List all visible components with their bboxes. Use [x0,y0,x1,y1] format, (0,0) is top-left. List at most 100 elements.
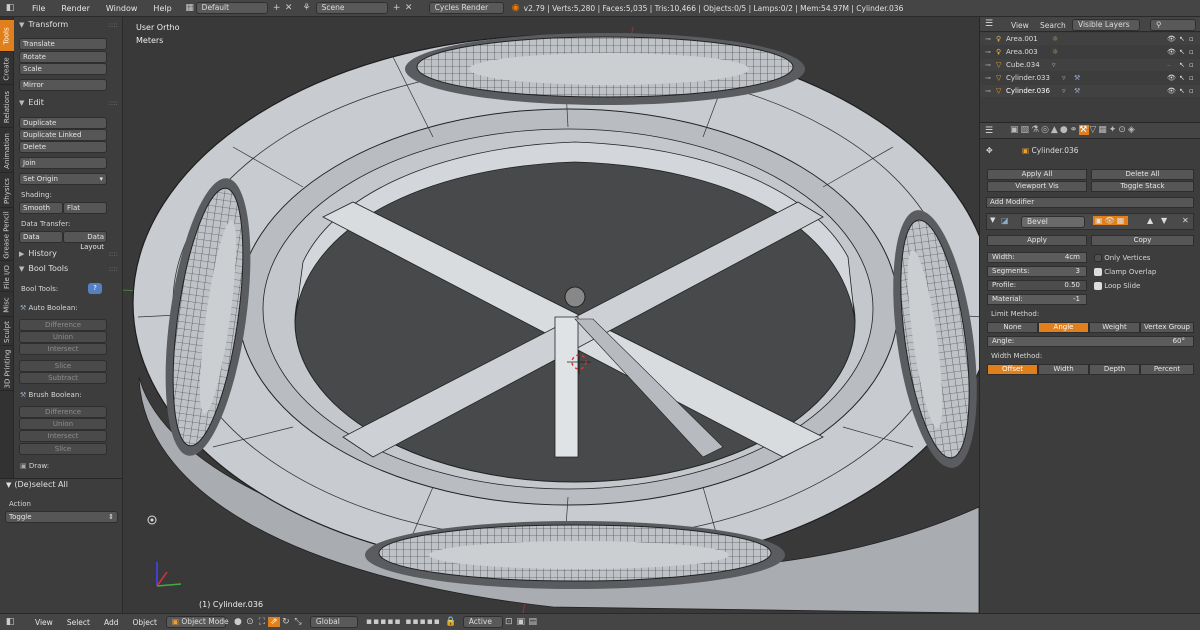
shade-smooth-button[interactable]: Smooth [19,202,63,214]
menu-help[interactable]: Help [145,4,179,13]
menu-add[interactable]: Add [97,618,126,627]
mode-select[interactable]: ▣ Object Mode [165,616,229,628]
brush-difference-button[interactable]: Difference [19,406,107,418]
cursor-icon[interactable]: ↖ [1179,59,1185,71]
tab-3d-printing[interactable]: 3D Printing [0,347,14,391]
outliner-search-menu[interactable]: Search [1040,21,1066,30]
limit-angle-button[interactable]: Angle [1038,322,1089,333]
translate-button[interactable]: Translate [19,38,107,50]
add-scene-icon[interactable]: + [391,3,403,13]
width-method-offset-button[interactable]: Offset [987,364,1038,375]
only-vertices-checkbox[interactable]: Only Vertices [1094,254,1150,262]
mirror-button[interactable]: Mirror [19,79,107,91]
eye-icon[interactable]: 👁 [1167,85,1176,97]
toggle-stack-button[interactable]: Toggle Stack [1091,181,1194,192]
modifier-name-field[interactable]: Bevel [1021,216,1085,228]
set-origin-select[interactable]: Set Origin ▾ [19,173,107,185]
material-field[interactable]: Material: -1 [987,294,1087,305]
limit-vertex-group-button[interactable]: Vertex Group [1140,322,1194,333]
help-icon[interactable]: ? [88,283,102,294]
menu-render[interactable]: Render [53,4,97,13]
shading-icon[interactable]: ● [232,617,244,627]
outliner-editor-icon[interactable]: ☰ [985,19,993,29]
width-field[interactable]: Width: 4cm [987,252,1087,263]
add-layout-icon[interactable]: + [271,3,283,13]
brush-intersect-button[interactable]: Intersect [19,430,107,442]
outliner-filter-select[interactable]: Visible Layers [1072,19,1140,31]
close-layout-icon[interactable]: ✕ [283,3,295,13]
camera-icon[interactable]: ▫ [1189,46,1194,58]
loop-slide-checkbox[interactable]: Loop Slide [1094,282,1140,290]
scale-button[interactable]: Scale [19,63,107,75]
tab-misc[interactable]: Misc [0,293,14,317]
width-method-percent-button[interactable]: Percent [1140,364,1194,375]
navigation-icon[interactable] [147,515,157,525]
auto-slice-button[interactable]: Slice [19,360,107,372]
viewport-canvas[interactable] [123,17,979,613]
duplicate-button[interactable]: Duplicate [19,117,107,129]
scene-field[interactable]: Scene [315,2,388,14]
editor-type-icon[interactable]: ◧ [4,617,16,627]
clamp-overlap-checkbox[interactable]: Clamp Overlap [1094,268,1156,276]
brush-union-button[interactable]: Union [19,418,107,430]
pin-icon[interactable]: ✥ [986,146,993,155]
render-engine-select[interactable]: Cycles Render [428,2,504,14]
tab-relations[interactable]: Relations [0,86,14,128]
outliner-search-input[interactable]: ⚲ [1150,19,1196,31]
auto-difference-button[interactable]: Difference [19,319,107,331]
outliner-row[interactable]: ⊸ ▽ Cube.034 ▿ – ↖ ▫ [980,59,1200,71]
tab-animation[interactable]: Animation [0,129,14,173]
cursor-icon[interactable]: ↖ [1179,46,1185,58]
manipulator-icon[interactable]: ⛶ [256,617,268,627]
action-select[interactable]: Toggle ⇕ [5,511,118,523]
render-preview-icon[interactable]: ▣ [515,617,527,627]
collapse-icon[interactable]: ▼ [990,216,995,224]
transform-panel-header[interactable]: ▼ Transform:::: [15,18,122,32]
viewport-vis-button[interactable]: Viewport Vis [987,181,1087,192]
modifier-display-toggles[interactable]: ▣👁▦ [1093,216,1129,225]
cursor-icon[interactable]: ↖ [1179,72,1185,84]
eye-icon[interactable]: – [1167,59,1171,71]
tab-tools[interactable]: Tools [0,20,14,52]
tab-file-io[interactable]: File I/O [0,262,14,292]
tab-grease-pencil[interactable]: Grease Pencil [0,209,14,261]
layer-buttons-icon[interactable]: ▪▪▪▪▪ ▪▪▪▪▪ [366,617,441,627]
angle-field[interactable]: Angle: 60° [987,336,1194,347]
auto-subtract-button[interactable]: Subtract [19,372,107,384]
outliner-view-menu[interactable]: View [1011,21,1029,30]
profile-field[interactable]: Profile: 0.50 [987,280,1087,291]
camera-icon[interactable]: ▤ [527,617,539,627]
add-modifier-select[interactable]: Add Modifier [986,197,1194,208]
width-method-width-button[interactable]: Width [1038,364,1089,375]
camera-icon[interactable]: ▫ [1189,72,1194,84]
menu-file[interactable]: File [24,4,53,13]
camera-icon[interactable]: ▫ [1189,59,1194,71]
eye-icon[interactable]: 👁 [1167,46,1176,58]
tab-physics[interactable]: Physics [0,174,14,208]
join-button[interactable]: Join [19,157,107,169]
outliner-row-selected[interactable]: ⊸ ▽ Cylinder.036 ▿ ⚒ 👁 ↖ ▫ [980,85,1200,97]
history-panel-header[interactable]: ▶ History:::: [15,247,122,261]
tab-create[interactable]: Create [0,53,14,85]
close-icon[interactable]: ✕ [1182,216,1189,225]
pivot-icon[interactable]: ⊙ [244,617,256,627]
segments-field[interactable]: Segments: 3 [987,266,1087,277]
snap-icon[interactable]: ⊡ [503,617,515,627]
limit-none-button[interactable]: None [987,322,1038,333]
layout-field[interactable]: Default [195,2,268,14]
eye-icon[interactable]: 👁 [1167,33,1176,45]
lock-icon[interactable]: 🔒 [445,617,457,627]
menu-select[interactable]: Select [60,618,97,627]
tab-sculpt[interactable]: Sculpt [0,318,14,346]
scale-manipulator-icon[interactable]: ⤡ [292,617,304,627]
editor-type-icon[interactable]: ◧ [4,3,16,13]
outliner-row[interactable]: ⊸ ▽ Cylinder.033 ▿ ⚒ 👁 ↖ ▫ [980,72,1200,84]
bool-tools-panel-header[interactable]: ▼ Bool Tools:::: [15,262,122,276]
snap-target-select[interactable]: Active [462,616,503,628]
apply-all-button[interactable]: Apply All [987,169,1087,180]
rotate-button[interactable]: Rotate [19,51,107,63]
properties-context-icons[interactable]: ▣▧⚗◎▲●⚭⚒▽▦✦⊙◈ [1010,125,1137,135]
apply-button[interactable]: Apply [987,235,1087,246]
rotate-manipulator-icon[interactable]: ↻ [280,617,292,627]
move-up-icon[interactable]: ▲ [1147,216,1153,225]
